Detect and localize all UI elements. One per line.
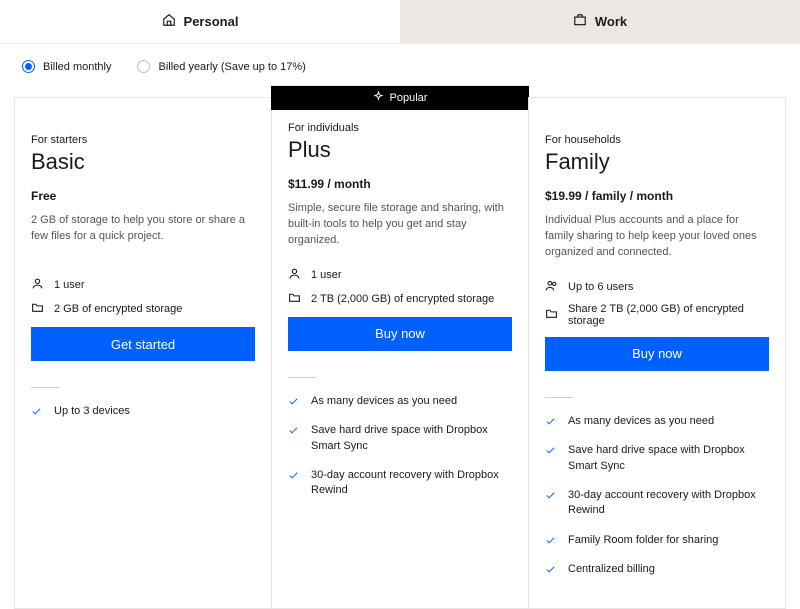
get-started-button[interactable]: Get started [31,327,255,361]
plan-eyebrow: For households [545,134,769,146]
plan-description: Individual Plus accounts and a place for… [545,213,769,261]
plan-name: Basic [31,149,255,175]
plan-user-text: 1 user [311,269,342,281]
popular-label: Popular [390,92,428,104]
billing-toggle: Billed monthly Billed yearly (Save up to… [0,44,800,85]
check-icon [545,564,556,575]
plan-feature: Family Room folder for sharing [545,533,769,548]
user-icon [288,267,301,283]
plan-feature: 30-day account recovery with Dropbox Rew… [545,488,769,519]
plan-feature-text: Centralized billing [568,562,655,577]
billing-monthly-label: Billed monthly [43,61,111,73]
plan-feature-text: Save hard drive space with Dropbox Smart… [311,423,512,454]
plan-feature-text: Save hard drive space with Dropbox Smart… [568,443,769,474]
plan-feature: 30-day account recovery with Dropbox Rew… [288,468,512,499]
folder-icon [288,291,301,307]
plan-storage-text: 2 TB (2,000 GB) of encrypted storage [311,293,494,305]
plan-feature-text: 30-day account recovery with Dropbox Rew… [311,468,512,499]
plan-eyebrow: For individuals [288,122,512,134]
plan-user-spec: Up to 6 users [545,279,769,295]
user-icon [31,277,44,293]
check-icon [288,396,299,407]
buy-now-button[interactable]: Buy now [545,337,769,371]
plan-feature: Centralized billing [545,562,769,577]
plan-feature-text: 30-day account recovery with Dropbox Rew… [568,488,769,519]
plan-storage-spec: 2 GB of encrypted storage [31,301,255,317]
divider [288,377,316,378]
check-icon [288,425,299,436]
billing-monthly-radio[interactable]: Billed monthly [22,60,111,73]
folder-icon [545,307,558,323]
radio-dot-icon [137,60,150,73]
sparkle-icon [373,91,384,105]
radio-dot-icon [22,60,35,73]
plan-price: $11.99 / month [288,177,512,191]
plan-feature-text: As many devices as you need [311,394,457,409]
plan-description: Simple, secure file storage and sharing,… [288,201,512,249]
plan-user-spec: 1 user [288,267,512,283]
folder-icon [31,301,44,317]
tab-personal[interactable]: Personal [0,0,400,43]
plan-storage-spec: 2 TB (2,000 GB) of encrypted storage [288,291,512,307]
popular-badge: Popular [271,86,529,110]
billing-yearly-label: Billed yearly (Save up to 17%) [158,61,305,73]
plan-feature: Save hard drive space with Dropbox Smart… [545,443,769,474]
billing-yearly-radio[interactable]: Billed yearly (Save up to 17%) [137,60,305,73]
plan-user-text: 1 user [54,279,85,291]
plan-price: $19.99 / family / month [545,189,769,203]
plan-user-text: Up to 6 users [568,281,633,293]
check-icon [545,490,556,501]
plan-name: Family [545,149,769,175]
home-icon [162,13,176,30]
plan-card-family: For households Family $19.99 / family / … [528,97,786,609]
plan-feature: Up to 3 devices [31,404,255,419]
plan-feature-text: Family Room folder for sharing [568,533,718,548]
divider [31,387,59,388]
check-icon [288,470,299,481]
users-icon [545,279,558,295]
check-icon [545,445,556,456]
plan-feature: As many devices as you need [545,414,769,429]
tab-work-label: Work [595,14,627,29]
plan-user-spec: 1 user [31,277,255,293]
plan-card-plus: Popular For individuals Plus $11.99 / mo… [271,85,529,609]
divider [545,397,573,398]
plan-storage-spec: Share 2 TB (2,000 GB) of encrypted stora… [545,303,769,327]
buy-now-button[interactable]: Buy now [288,317,512,351]
plan-storage-text: 2 GB of encrypted storage [54,303,182,315]
plan-eyebrow: For starters [31,134,255,146]
plan-feature: Save hard drive space with Dropbox Smart… [288,423,512,454]
tab-personal-label: Personal [184,14,239,29]
check-icon [545,535,556,546]
plan-storage-text: Share 2 TB (2,000 GB) of encrypted stora… [568,303,769,327]
plan-price: Free [31,189,255,203]
pricing-cards: For starters Basic Free 2 GB of storage … [0,85,800,609]
plan-tabs: Personal Work [0,0,800,44]
tab-work[interactable]: Work [400,0,800,43]
plan-name: Plus [288,137,512,163]
plan-feature: As many devices as you need [288,394,512,409]
check-icon [545,416,556,427]
plan-description: 2 GB of storage to help you store or sha… [31,213,255,259]
plan-feature-text: As many devices as you need [568,414,714,429]
check-icon [31,406,42,417]
plan-feature-text: Up to 3 devices [54,404,130,419]
plan-card-basic: For starters Basic Free 2 GB of storage … [14,97,272,609]
briefcase-icon [573,13,587,30]
